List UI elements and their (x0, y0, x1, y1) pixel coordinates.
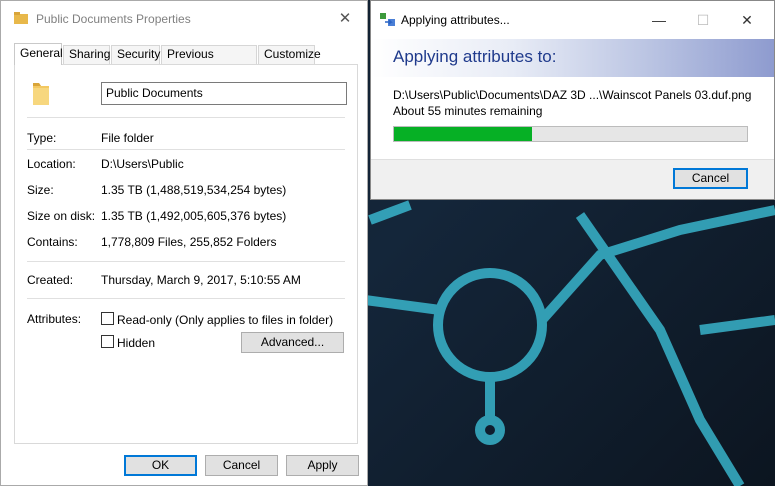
tab-general[interactable]: General (14, 43, 63, 65)
type-label: Type: (27, 131, 57, 145)
folder-icon (33, 83, 49, 105)
applying-attributes-dialog: Applying attributes... — ☐ ✕ Applying at… (370, 0, 775, 200)
properties-title: Public Documents Properties (36, 12, 191, 26)
contains-label: Contains: (27, 235, 78, 249)
apply-body: D:\Users\Public\Documents\DAZ 3D ...\Wai… (371, 77, 774, 159)
size-value: 1.35 TB (1,488,519,534,254 bytes) (101, 183, 287, 197)
hidden-label[interactable]: Hidden (117, 336, 155, 350)
divider (27, 261, 345, 262)
maximize-icon: ☐ (696, 12, 710, 28)
size-label: Size: (27, 183, 54, 197)
tab-security[interactable]: Security (111, 45, 160, 64)
cancel-button[interactable]: Cancel (673, 168, 748, 189)
location-value: D:\Users\Public (101, 157, 184, 171)
maximize-button[interactable]: ☐ (689, 9, 717, 31)
progress-fill (394, 127, 532, 141)
cancel-button[interactable]: Cancel (205, 455, 278, 476)
tab-customize[interactable]: Customize (258, 45, 321, 64)
size-on-disk-value: 1.35 TB (1,492,005,605,376 bytes) (101, 209, 287, 223)
tab-previous-versions[interactable]: Previous Versions (161, 45, 257, 78)
hidden-checkbox[interactable] (101, 335, 114, 348)
attributes-icon (380, 13, 395, 26)
divider (27, 149, 345, 150)
properties-window: Public Documents Properties ✕ General Sh… (0, 0, 368, 486)
current-file-path: D:\Users\Public\Documents\DAZ 3D ...\Wai… (393, 88, 752, 102)
type-value: File folder (101, 131, 154, 145)
close-icon: ✕ (741, 12, 753, 28)
apply-heading: Applying attributes to: (393, 47, 557, 66)
time-remaining: About 55 minutes remaining (393, 104, 543, 118)
minimize-icon: — (652, 12, 666, 28)
apply-button[interactable]: Apply (286, 455, 359, 476)
apply-footer: Cancel (371, 159, 774, 199)
readonly-checkbox[interactable] (101, 312, 114, 325)
advanced-button[interactable]: Advanced... (241, 332, 344, 353)
folder-icon (14, 12, 28, 24)
close-button[interactable]: ✕ (733, 9, 761, 31)
size-on-disk-label: Size on disk: (27, 209, 96, 223)
contains-value: 1,778,809 Files, 255,852 Folders (101, 235, 277, 249)
minimize-button[interactable]: — (645, 9, 673, 31)
location-label: Location: (27, 157, 76, 171)
created-value: Thursday, March 9, 2017, 5:10:55 AM (101, 273, 301, 287)
header-band: Applying attributes to: (371, 39, 774, 77)
attributes-label: Attributes: (27, 312, 82, 326)
close-icon: ✕ (338, 10, 352, 27)
close-button[interactable]: ✕ (331, 7, 359, 31)
divider (27, 117, 345, 118)
progress-bar (393, 126, 748, 142)
apply-title: Applying attributes... (401, 13, 510, 27)
divider (27, 298, 345, 299)
created-label: Created: (27, 273, 74, 287)
tab-sharing[interactable]: Sharing (63, 45, 110, 64)
properties-titlebar[interactable]: Public Documents Properties ✕ (1, 1, 367, 39)
general-panel: Public Documents Type: File folder Locat… (14, 64, 358, 444)
readonly-label[interactable]: Read-only (Only applies to files in fold… (117, 313, 333, 327)
folder-name-input[interactable]: Public Documents (101, 82, 347, 105)
apply-titlebar[interactable]: Applying attributes... — ☐ ✕ (371, 1, 774, 39)
ok-button[interactable]: OK (124, 455, 197, 476)
